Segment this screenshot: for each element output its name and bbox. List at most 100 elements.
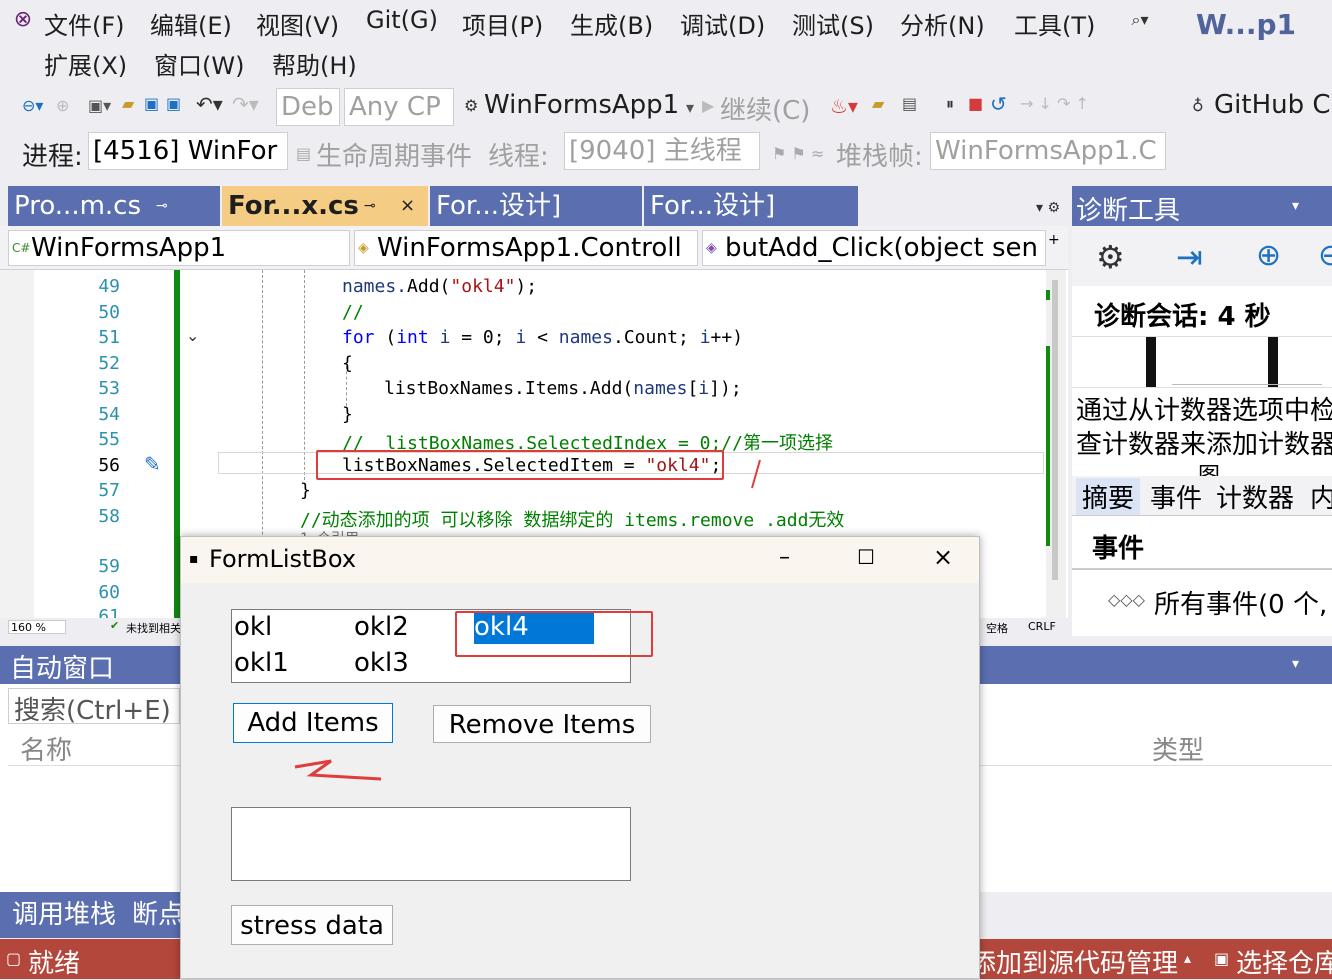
stack-frame-select[interactable]: WinFormsApp1.C [930,132,1166,170]
window-icon[interactable]: ▤ [902,94,917,113]
menu-git[interactable]: Git(G) [366,6,438,34]
config-select[interactable]: Deb [276,88,340,126]
continue-button[interactable]: 继续(C) [720,90,810,127]
close-button[interactable]: × [933,543,953,571]
github-copilot-label[interactable]: GitHub C [1214,90,1331,120]
scroll-thumb[interactable] [1052,280,1058,580]
pin-icon[interactable]: ⊸ [156,186,168,226]
tab-program[interactable]: Pro...m.cs ⊸ [8,186,220,226]
panel-menu-icon[interactable]: ▾ [1292,198,1299,214]
forward-icon[interactable]: ⊕ [56,96,69,115]
form-title: FormListBox [209,545,357,573]
close-icon[interactable]: × [400,186,415,226]
dropdown-icon[interactable]: ▴ [1184,951,1191,967]
tab-label: For...设计] [436,191,562,221]
save-all-icon[interactable]: ▣ [166,94,181,113]
column-name[interactable]: 名称 [20,730,72,767]
method-nav-select[interactable]: ◈ butAdd_Click(object sen [702,230,1046,266]
column-type[interactable]: 类型 [1152,730,1204,767]
save-icon[interactable]: ▣ [144,94,159,113]
tab-counters[interactable]: 计数器 [1216,478,1294,515]
form-titlebar[interactable]: ▪ FormListBox – ☐ × [181,537,979,583]
platform-select[interactable]: Any CP [344,88,454,126]
flag-icon[interactable]: ⚑ ⚑ ≈ [772,144,824,163]
startup-project[interactable]: WinFormsApp1 [484,90,679,120]
menu-analyze[interactable]: 分析(N) [900,6,985,41]
list-item[interactable]: okl [234,612,272,642]
tab-memory[interactable]: 内 [1310,478,1332,515]
menu-window[interactable]: 窗口(W) [154,46,244,81]
menu-debug[interactable]: 调试(D) [680,6,765,41]
line-number: 56 [98,455,120,476]
change-marker [1046,346,1050,546]
zoom-in-icon[interactable]: ⊕ [1256,238,1281,273]
project-nav-select[interactable]: C# WinFormsApp1 [8,230,350,266]
add-items-button[interactable]: Add Items [233,703,393,743]
menu-help[interactable]: 帮助(H) [272,46,357,81]
minimize-button[interactable]: – [779,545,790,570]
maximize-button[interactable]: ☐ [857,545,875,569]
panel-menu-icon[interactable]: ▾ [1292,656,1299,672]
folder-icon[interactable]: ▰ [872,94,884,113]
redo-icon[interactable]: ↷▾ [232,92,259,116]
thread-select[interactable]: [9040] 主线程 [564,132,760,170]
stop-icon[interactable]: ■ [968,94,983,113]
diag-title: 诊断工具 [1076,196,1181,226]
back-icon[interactable]: ⊖▾ [22,96,43,115]
export-icon[interactable]: ⇥ [1176,238,1203,276]
stress-data-button[interactable]: stress data [231,905,393,945]
restart-icon[interactable]: ↺ [990,92,1007,116]
output-textbox[interactable] [231,807,631,881]
process-select[interactable]: [4516] WinFor [88,132,288,170]
pin-icon[interactable]: ⊸ [364,186,376,226]
search-icon[interactable]: ⌕▾ [1128,8,1152,32]
menu-build[interactable]: 生成(B) [570,6,653,41]
menu-extensions[interactable]: 扩展(X) [44,46,127,81]
tab-overflow-icon[interactable]: ▾ ⚙ [1036,200,1060,216]
collapse-icon[interactable]: ⌄ [186,326,199,345]
tab-formlistbox[interactable]: For...x.cs ⊸ × [222,186,428,226]
menu-test[interactable]: 测试(S) [792,6,874,41]
pause-icon[interactable]: ⏸ [946,94,954,114]
menu-project[interactable]: 项目(P) [462,6,543,41]
events-header: 事件 [1092,534,1145,564]
split-icon[interactable]: + [1048,232,1060,248]
tab-designer-2[interactable]: For...设计] [644,186,858,226]
whitespace-indicator[interactable]: 空格 [986,620,1008,636]
menu-view[interactable]: 视图(V) [256,6,339,41]
line-number: 55 [98,429,120,450]
undo-icon[interactable]: ↶▾ [196,92,223,116]
autos-title: 自动窗口 [10,654,115,684]
menu-edit[interactable]: 编辑(E) [150,6,232,41]
tab-events[interactable]: 事件 [1150,478,1202,515]
select-repository[interactable]: 选择仓库 [1236,943,1332,980]
hot-reload-icon[interactable]: ♨▾ [830,94,858,118]
tab-call-stack[interactable]: 调用堆栈 [12,894,116,931]
zoom-out-icon[interactable]: ⊖ [1318,238,1332,273]
tab-breakpoints[interactable]: 断点 [132,894,184,931]
stack-frame-label: 堆栈帧: [836,142,923,172]
remove-items-button[interactable]: Remove Items [433,705,651,743]
tab-designer-1[interactable]: For...设计] [430,186,642,226]
zoom-level[interactable]: 160 % [8,620,66,634]
dropdown-icon[interactable]: ▾ [686,98,694,117]
pen-icon[interactable]: ✎ [144,452,161,476]
menu-file[interactable]: 文件(F) [44,6,125,41]
list-item[interactable]: okl2 [354,612,409,642]
step-icon[interactable]: → ↓ ↷ ↑ [1020,94,1089,113]
issues-text[interactable]: 未找到相关 [126,620,181,636]
tab-summary[interactable]: 摘要 [1076,478,1141,515]
menu-tools[interactable]: 工具(T) [1014,6,1095,41]
settings-gear-icon[interactable]: ⚙ [1096,238,1125,276]
lifecycle-events[interactable]: 生命周期事件 [316,136,472,173]
list-item[interactable]: okl3 [354,648,409,678]
all-events-item[interactable]: 所有事件(0 个, [1154,584,1327,621]
class-nav-select[interactable]: ◈ WinFormsApp1.Controll [354,230,698,266]
add-to-source-control[interactable]: 添加到源代码管理 [970,943,1178,980]
list-item[interactable]: okl1 [234,648,289,678]
play-icon[interactable]: ▶ [702,96,714,115]
new-project-icon[interactable]: ▣▾ [88,96,111,115]
vertical-scrollbar[interactable] [1046,270,1066,620]
line-ending-indicator[interactable]: CRLF [1028,620,1056,633]
open-icon[interactable]: ▰ [122,94,134,113]
